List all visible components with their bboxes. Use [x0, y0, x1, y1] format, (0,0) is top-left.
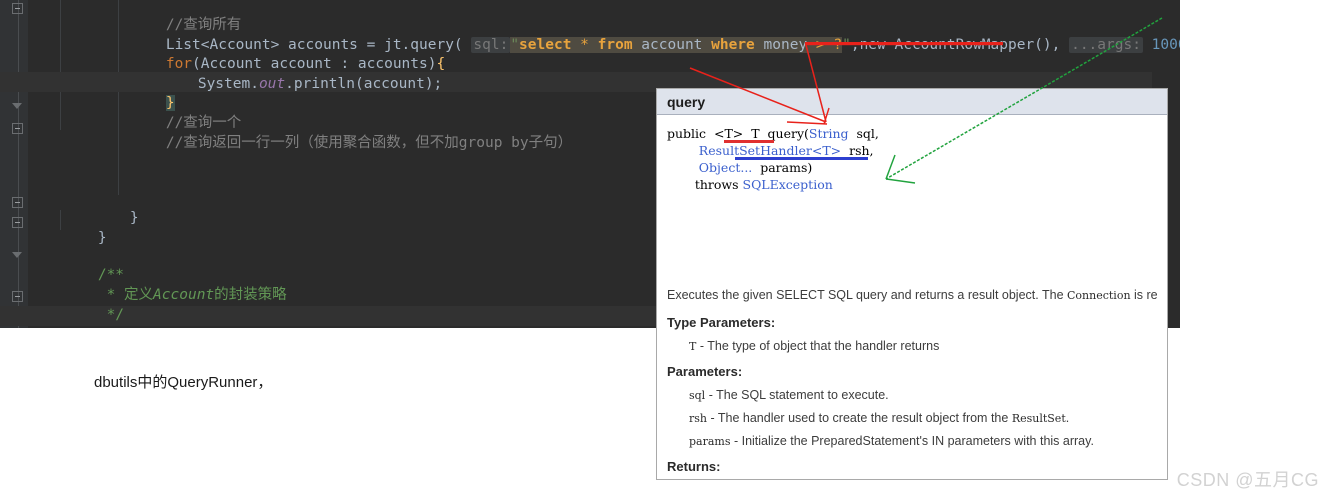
popup-body: public <T> T query(String sql, ResultSet…: [657, 116, 1167, 479]
sig-return: T query(: [743, 126, 809, 141]
description-post: is retrieved: [1131, 288, 1157, 302]
section-heading-parameters: Parameters:: [667, 364, 1157, 379]
param-desc: - The handler used to create the result …: [707, 411, 1012, 425]
fold-marker[interactable]: [11, 196, 26, 211]
sig-generic: <T>: [714, 126, 743, 141]
method-description: Executes the given SELECT SQL query and …: [667, 287, 1157, 304]
code-brace-close: }: [98, 230, 107, 246]
fold-marker[interactable]: [11, 122, 26, 137]
sig-modifier: public: [667, 126, 714, 141]
sig-indent: [667, 177, 695, 192]
fold-rail: [18, 0, 19, 328]
sig-param-sql: sql,: [849, 126, 879, 141]
sig-indent: [667, 160, 699, 175]
sig-param-type-object[interactable]: Object...: [699, 160, 752, 175]
param-name: rsh: [689, 412, 707, 425]
code-system: System.: [198, 76, 259, 92]
doc-item-param-params: params - Initialize the PreparedStatemen…: [689, 434, 1157, 448]
code-javadoc-post: 的封装策略: [214, 287, 287, 303]
param-hint-sql: sql:: [471, 37, 510, 53]
param-name: params: [689, 435, 731, 448]
param-desc: - The type of object that the handler re…: [696, 339, 939, 353]
popup-title: query: [657, 89, 1167, 115]
param-desc-type-ref: ResultSet: [1012, 412, 1066, 425]
caption-text: dbutils中的QueryRunner，: [94, 371, 272, 392]
sig-param-params: params): [752, 160, 812, 175]
fold-marker[interactable]: [11, 216, 26, 231]
code-brace-close: }: [130, 210, 139, 226]
param-desc-tail: .: [1066, 411, 1069, 425]
description-pre: Executes the given SELECT SQL query and …: [667, 288, 1067, 302]
code-println: .println(account);: [285, 76, 442, 92]
param-desc: - Initialize the PreparedStatement's IN …: [731, 434, 1094, 448]
doc-item-type-param-T: T - The type of object that the handler …: [689, 339, 1157, 353]
code-keyword-class: class: [98, 327, 142, 329]
annotation-underline-resultsethandler: [735, 157, 868, 160]
annotation-underline-generic: [724, 140, 774, 143]
doc-item-param-rsh: rsh - The handler used to create the res…: [689, 411, 1157, 425]
sig-throws-keyword: throws: [695, 177, 743, 192]
sig-throws-type[interactable]: SQLException: [743, 177, 833, 192]
csdn-watermark: CSDN @五月CG: [1177, 466, 1319, 492]
fold-marker[interactable]: [11, 2, 26, 17]
param-hint-args: ...args:: [1069, 37, 1143, 53]
documentation-popup[interactable]: query public <T> T query(String sql, Res…: [656, 88, 1168, 480]
section-heading-returns: Returns:: [667, 459, 1157, 474]
code-out-field: out: [259, 76, 285, 92]
code-javadoc-emphasis: Account: [153, 287, 214, 303]
code-keyword-implements: implements: [299, 327, 386, 329]
sig-indent: [667, 143, 699, 158]
code-after-sql: ,new AccountRowMapper(),: [851, 37, 1069, 53]
param-desc: - The SQL statement to execute.: [705, 388, 888, 402]
sig-param-rsh: rsh,: [841, 143, 873, 158]
fold-marker-collapse[interactable]: [12, 103, 22, 109]
param-name: sql: [689, 389, 705, 402]
code-arg-value: 1000f: [1152, 37, 1180, 53]
description-connection-ref: Connection: [1067, 289, 1131, 302]
method-signature: public <T> T query(String sql, ResultSet…: [667, 125, 1157, 278]
fold-marker[interactable]: [11, 290, 26, 305]
doc-item-param-sql: sql - The SQL statement to execute.: [689, 388, 1157, 402]
sig-param-type-resultsethandler[interactable]: ResultSetHandler<T>: [699, 143, 841, 158]
code-comment-row: //查询返回一行一列（使用聚合函数，但不加group by子句）: [166, 135, 572, 151]
screenshot-root: //查询所有 List<Account> accounts = jt.query…: [0, 0, 1335, 501]
code-implements-rest: RowMapper<Account>{: [386, 327, 561, 329]
fold-marker-collapse[interactable]: [12, 252, 22, 258]
code-class-name: AccountRowMapper: [142, 327, 299, 329]
editor-gutter[interactable]: [0, 0, 28, 328]
sig-param-type-string[interactable]: String: [809, 126, 849, 141]
section-heading-type-parameters: Type Parameters:: [667, 315, 1157, 330]
code-text: //查询所有 List<Account> accounts = jt.query…: [28, 0, 80, 328]
